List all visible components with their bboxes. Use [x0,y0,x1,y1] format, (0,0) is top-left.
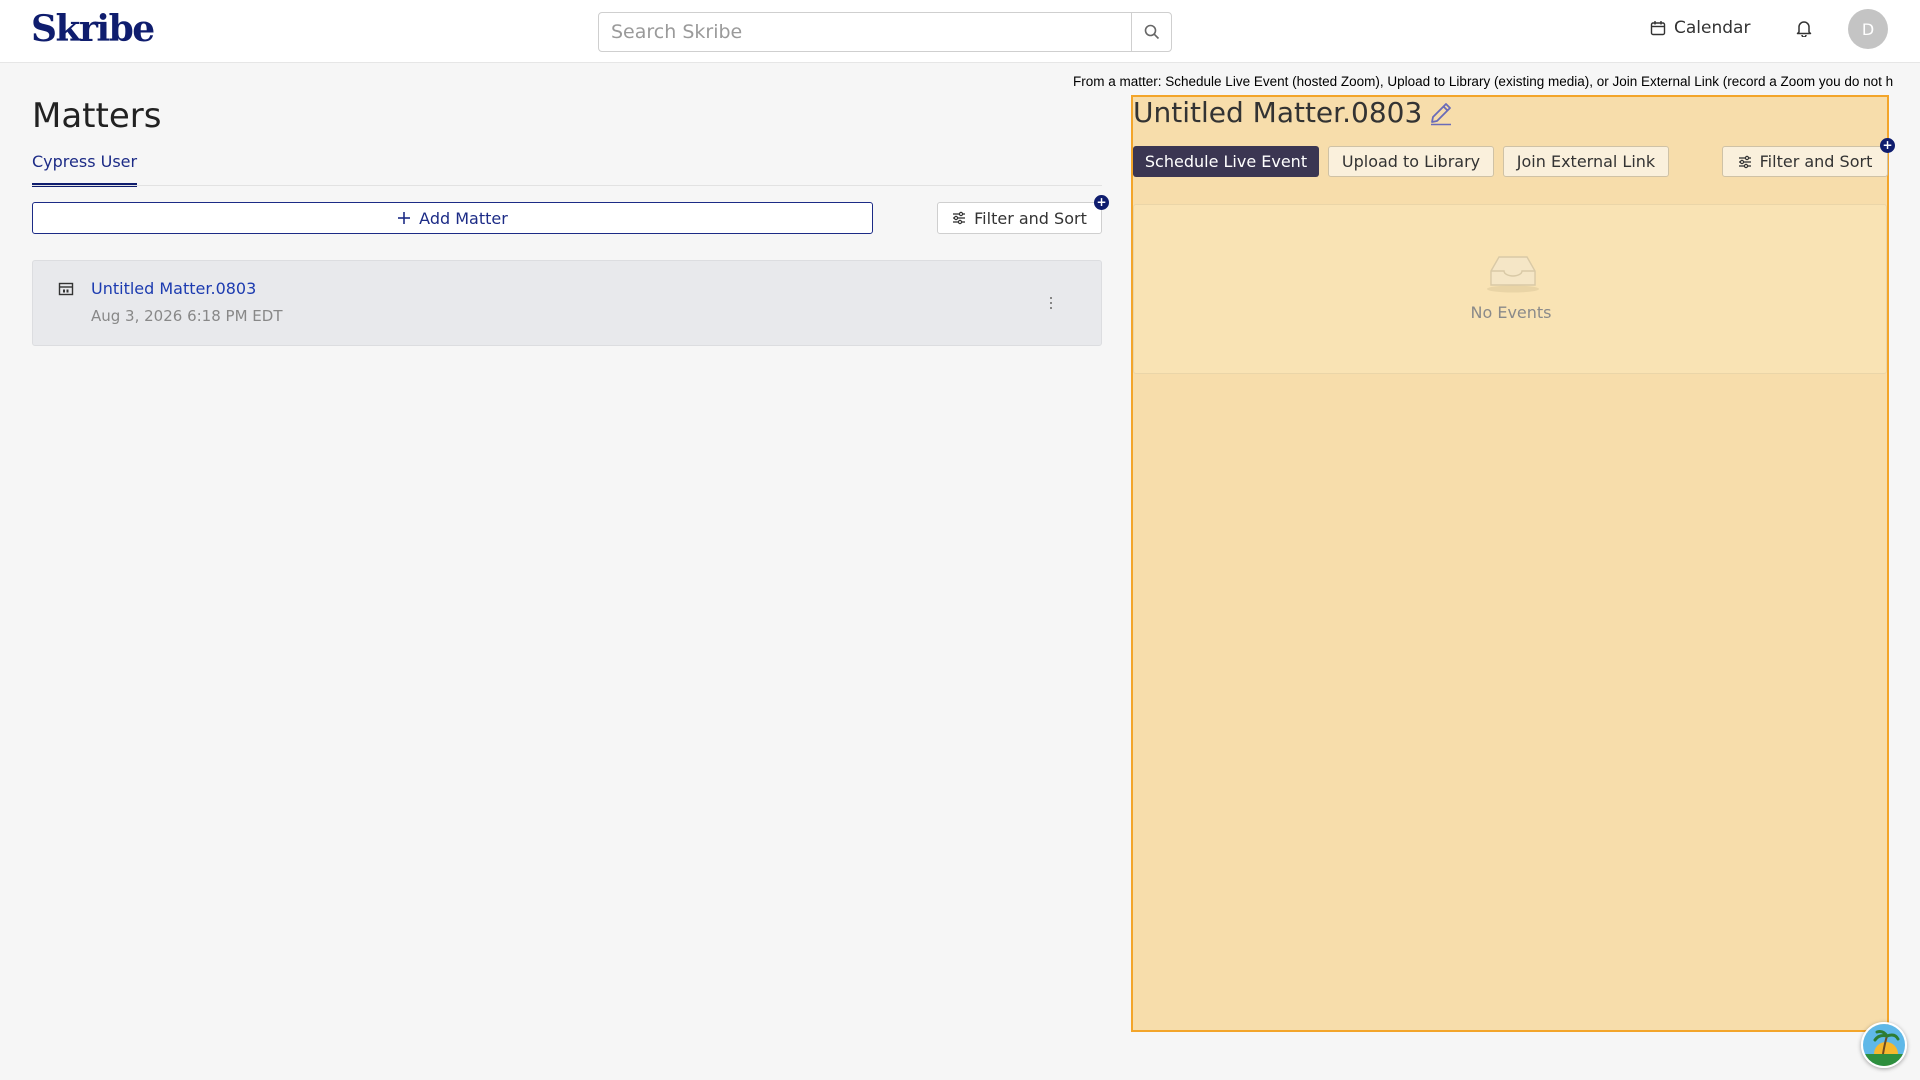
kebab-icon [1050,302,1052,304]
no-events-text: No Events [1470,303,1552,322]
events-filter-sort-button[interactable]: Filter and Sort [1722,146,1888,177]
skribe-logo[interactable]: Skribe [31,8,155,50]
add-marker: + [1880,138,1895,153]
instruction-banner: From a matter: Schedule Live Event (host… [1073,74,1894,89]
sliders-icon [1738,155,1751,168]
filter-sort-label: Filter and Sort [974,208,1087,228]
inbox-icon [1487,256,1539,293]
tab-cypress-user[interactable]: Cypress User [32,152,138,187]
plus-icon [398,212,411,224]
calendar-label: Calendar [1674,18,1751,38]
add-matter-button[interactable]: Add Matter [32,202,873,234]
matter-detail-title: Untitled Matter.0803 [1133,96,1454,129]
pencil-icon[interactable] [1428,100,1454,126]
calendar-button[interactable]: Calendar [1650,16,1750,40]
events-empty-state: No Events [1133,204,1887,374]
upload-to-library-button[interactable]: Upload to Library [1328,146,1494,177]
bell-icon [1796,21,1812,37]
search-icon [1144,24,1159,40]
kebab-icon [1050,297,1052,299]
notifications-button[interactable] [1793,16,1815,40]
sliders-icon [953,211,966,225]
add-marker: + [1094,195,1109,210]
kebab-icon [1050,307,1052,309]
schedule-live-event-button[interactable]: Schedule Live Event [1133,146,1319,177]
matter-title-text: Untitled Matter.0803 [1133,96,1423,129]
search-input[interactable] [599,13,1131,51]
search-button[interactable] [1131,13,1171,51]
assistant-launcher-icon[interactable] [1861,1022,1907,1068]
matter-date: Aug 3, 2026 6:18 PM EDT [91,307,283,325]
filter-sort-button[interactable]: Filter and Sort [937,202,1102,234]
more-options-button[interactable] [1043,291,1059,315]
top-bar: Skribe Calendar D [0,0,1920,63]
tabs-divider [32,185,1102,186]
matter-icon [58,282,74,296]
matter-list-item[interactable]: Untitled Matter.0803 Aug 3, 2026 6:18 PM… [32,260,1102,346]
events-filter-sort-label: Filter and Sort [1759,152,1873,171]
join-external-link-button[interactable]: Join External Link [1503,146,1669,177]
page-title: Matters [32,96,162,136]
matter-name-link[interactable]: Untitled Matter.0803 [91,279,256,298]
calendar-icon [1650,21,1666,36]
add-matter-label: Add Matter [419,208,508,228]
search-bar [598,12,1172,52]
user-avatar[interactable]: D [1848,9,1888,49]
